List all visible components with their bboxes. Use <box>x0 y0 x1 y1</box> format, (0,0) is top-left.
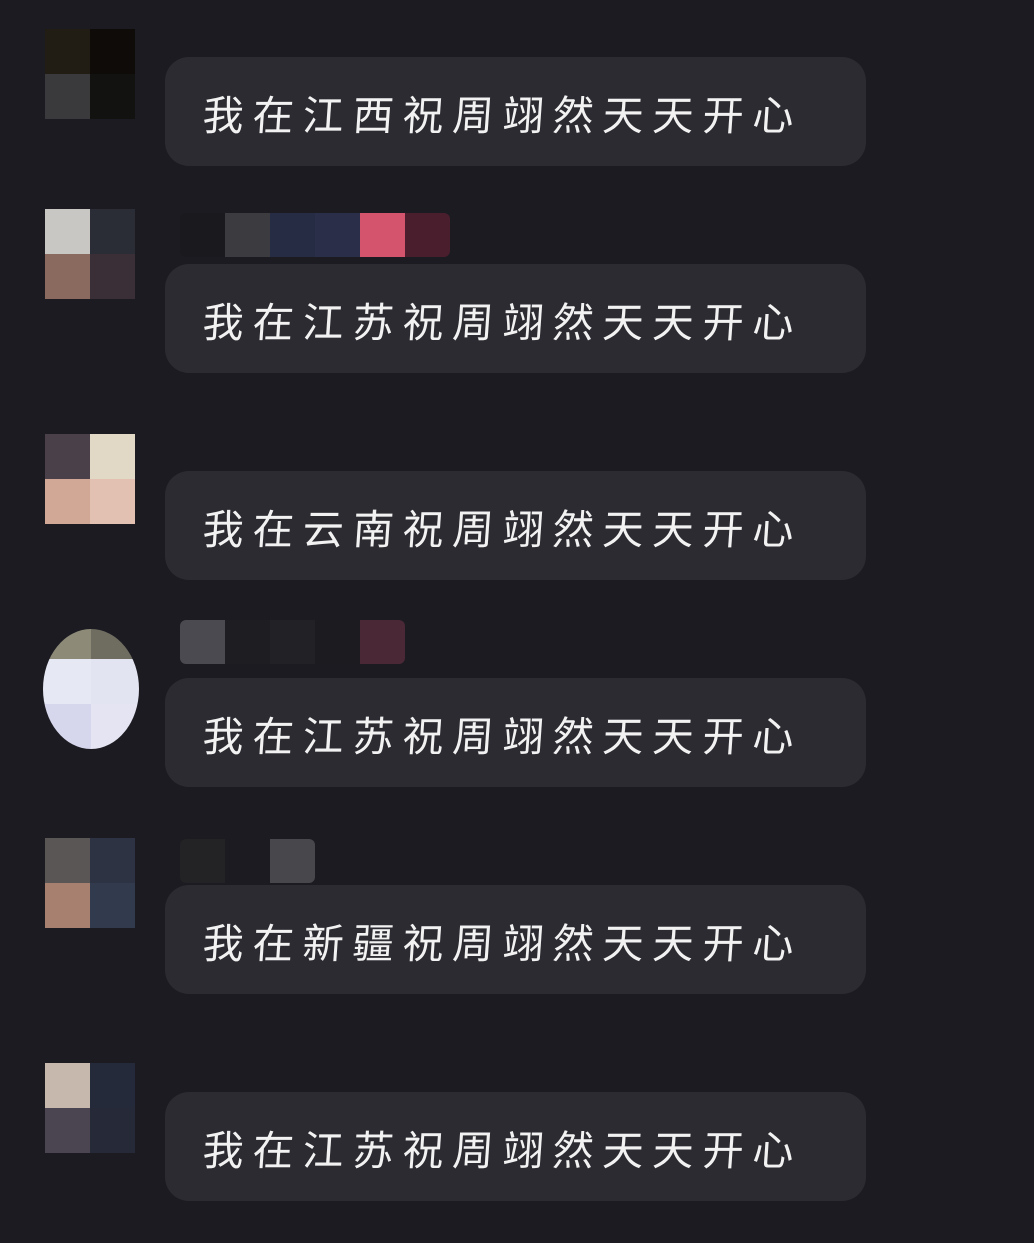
nickname-block <box>180 620 225 664</box>
avatar-pixel <box>90 1108 135 1153</box>
avatar-pixel <box>43 629 91 659</box>
pixelated-avatar-icon[interactable] <box>45 209 135 299</box>
message-bubble[interactable]: 我在云南祝周翊然天天开心 <box>165 471 866 580</box>
chat-message-list: 我在江西祝周翊然天天开心 我在江苏祝周翊然天天开心 我在云南祝周翊然天天开心 我… <box>0 0 1034 1243</box>
avatar-pixel <box>91 659 139 704</box>
message-text: 我在新疆祝周翊然天天开心 <box>201 919 805 968</box>
message-text: 我在江苏祝周翊然天天开心 <box>201 298 805 347</box>
message-text: 我在江苏祝周翊然天天开心 <box>201 712 805 761</box>
avatar-pixel <box>90 434 135 479</box>
pixelated-avatar-icon[interactable] <box>45 838 135 928</box>
pixelated-avatar-icon[interactable] <box>45 1063 135 1153</box>
avatar-pixel <box>90 883 135 928</box>
nickname-block <box>315 620 360 664</box>
avatar-pixel <box>45 434 90 479</box>
avatar-pixel <box>90 209 135 254</box>
nickname-block <box>225 213 270 257</box>
message-text: 我在云南祝周翊然天天开心 <box>201 505 805 554</box>
avatar-pixel <box>91 704 139 749</box>
nickname-block <box>270 620 315 664</box>
avatar-pixel <box>90 838 135 883</box>
nickname-block <box>180 839 225 883</box>
nickname-block <box>315 213 360 257</box>
chat-message-row: 我在江苏祝周翊然天天开心 <box>0 0 1034 1201</box>
avatar-pixel <box>45 1063 90 1108</box>
message-bubble[interactable]: 我在新疆祝周翊然天天开心 <box>165 885 866 994</box>
redacted-nickname <box>180 213 450 257</box>
nickname-block <box>225 839 270 883</box>
avatar-pixel <box>43 659 91 704</box>
nickname-block <box>405 213 450 257</box>
pixelated-avatar-icon[interactable] <box>43 629 139 749</box>
nickname-block <box>270 839 315 883</box>
nickname-block <box>360 620 405 664</box>
nickname-block <box>360 213 405 257</box>
avatar-pixel <box>45 479 90 524</box>
avatar-pixel <box>90 254 135 299</box>
avatar-pixel <box>90 479 135 524</box>
avatar-pixel <box>45 838 90 883</box>
avatar-pixel <box>90 1063 135 1108</box>
nickname-block <box>180 213 225 257</box>
avatar-pixel <box>45 1108 90 1153</box>
avatar-pixel <box>45 254 90 299</box>
message-bubble[interactable]: 我在江苏祝周翊然天天开心 <box>165 264 866 373</box>
avatar-pixel <box>45 883 90 928</box>
message-bubble[interactable]: 我在江苏祝周翊然天天开心 <box>165 1092 866 1201</box>
avatar-pixel <box>43 704 91 749</box>
message-bubble[interactable]: 我在江苏祝周翊然天天开心 <box>165 678 866 787</box>
redacted-nickname <box>180 839 315 883</box>
message-text: 我在江苏祝周翊然天天开心 <box>201 1126 805 1175</box>
avatar-pixel <box>45 209 90 254</box>
avatar-pixel <box>91 629 139 659</box>
nickname-block <box>270 213 315 257</box>
nickname-block <box>225 620 270 664</box>
redacted-nickname <box>180 620 405 664</box>
pixelated-avatar-icon[interactable] <box>45 434 135 524</box>
